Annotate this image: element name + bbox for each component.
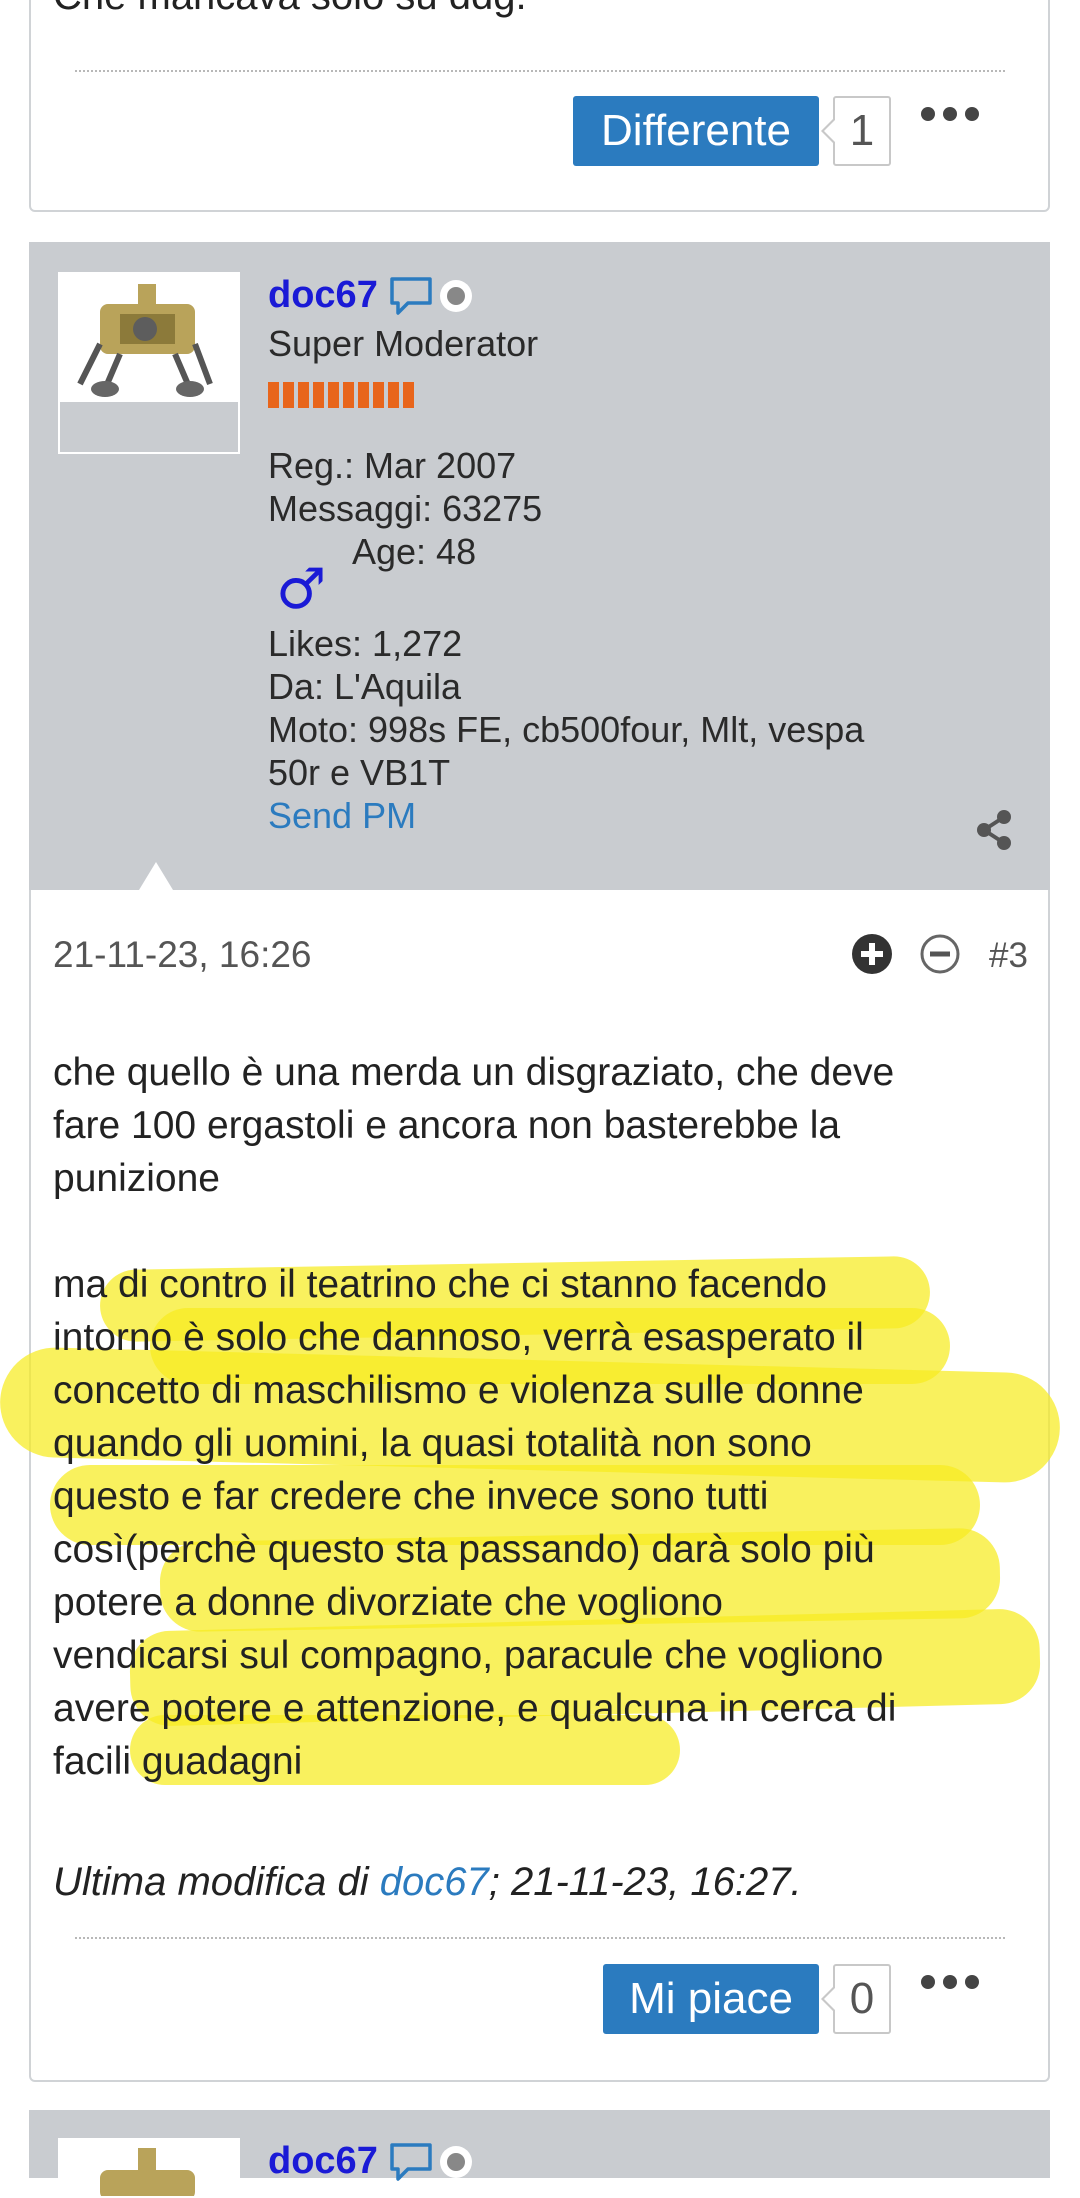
post-paragraph: ma di contro il teatrino che ci stanno f… [53, 1263, 897, 1783]
panel-pointer [139, 862, 173, 890]
likes-count: Likes: 1,272 [268, 623, 463, 664]
more-dots-icon[interactable] [921, 1975, 979, 1989]
share-icon[interactable] [972, 808, 1016, 857]
post-number[interactable]: #3 [989, 936, 1028, 976]
next-username[interactable]: doc67 [268, 2140, 378, 2183]
avatar-image [60, 274, 238, 402]
offline-status-icon [440, 2146, 472, 2178]
edit-suffix: ; 21-11-23, 16:27. [488, 1860, 802, 1904]
divider [75, 1937, 1005, 1939]
post-body: che quello è una merda un disgraziato, c… [53, 1046, 1033, 1788]
user-location: Da: L'Aquila [268, 666, 461, 707]
post-date: 21-11-23, 16:26 [53, 934, 312, 975]
registration-date: Reg.: Mar 2007 [268, 445, 517, 486]
speech-bubble-icon[interactable] [388, 2142, 434, 2187]
mi-piace-button[interactable]: Mi piace [603, 1964, 819, 2034]
reaction-count: 1 [821, 96, 891, 166]
minus-circle-icon[interactable] [919, 933, 961, 980]
previous-post-text: Che mancava solo su ddg. [53, 0, 527, 19]
next-avatar[interactable] [58, 2138, 240, 2198]
more-dots-icon[interactable] [921, 107, 979, 121]
avatar[interactable] [58, 272, 240, 454]
differente-button[interactable]: Differente [573, 96, 819, 166]
send-pm-link[interactable]: Send PM [268, 794, 416, 837]
post-paragraph: che quello è una merda un disgraziato, c… [53, 1051, 895, 1200]
reputation-bar [268, 382, 414, 408]
male-gender-icon: ♂ [276, 557, 327, 622]
plus-circle-icon[interactable] [851, 933, 893, 980]
speech-bubble-icon[interactable] [388, 276, 434, 321]
edit-note: Ultima modifica di doc67; 21-11-23, 16:2… [53, 1860, 802, 1905]
like-count: 0 [821, 1964, 891, 2034]
divider [75, 70, 1005, 72]
user-moto: Moto: 998s FE, cb500four, Mlt, vespa [268, 709, 865, 750]
offline-status-icon [440, 280, 472, 312]
message-count: Messaggi: 63275 [268, 488, 543, 529]
previous-post-card: Che mancava solo su ddg. [29, 0, 1050, 212]
user-age: Age: 48 [352, 531, 477, 572]
user-role: Super Moderator [268, 323, 539, 364]
username[interactable]: doc67 [268, 274, 378, 317]
edit-user-link[interactable]: doc67 [380, 1860, 489, 1904]
user-moto-cont: 50r e VB1T [268, 752, 451, 793]
edit-prefix: Ultima modifica di [53, 1860, 380, 1904]
